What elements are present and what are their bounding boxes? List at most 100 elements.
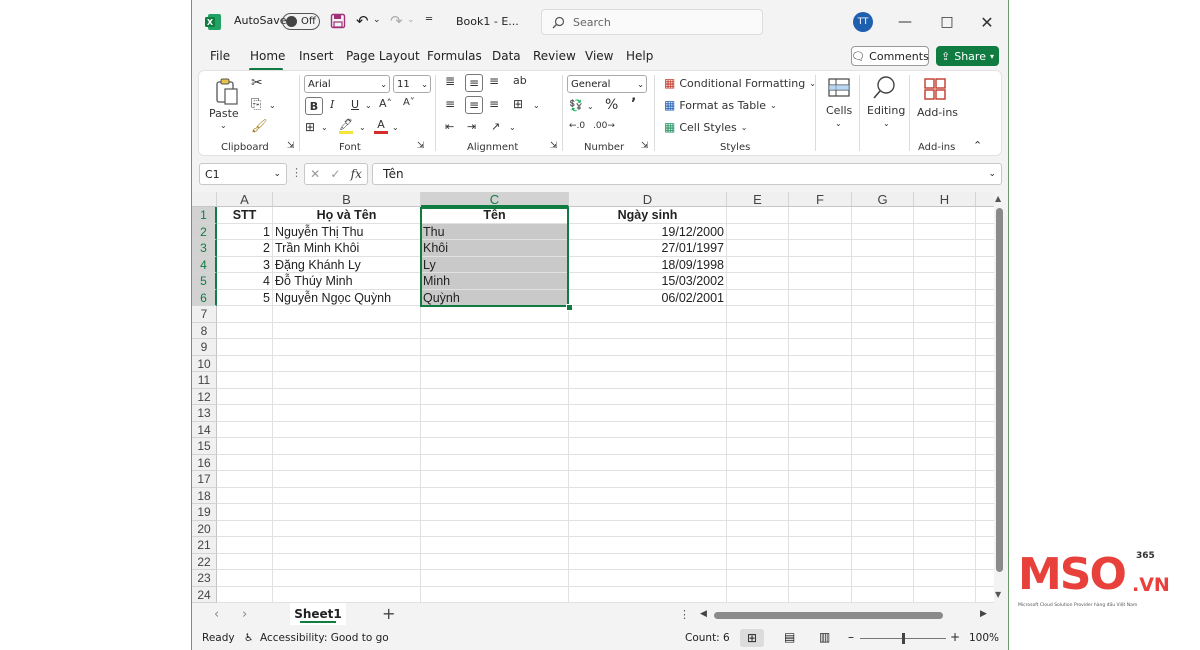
cell[interactable] bbox=[789, 553, 852, 570]
cell[interactable] bbox=[976, 355, 996, 372]
align-bottom-icon[interactable]: ≡ bbox=[489, 74, 499, 88]
row-header[interactable]: 8 bbox=[192, 322, 217, 339]
align-right-icon[interactable]: ≡ bbox=[489, 97, 499, 111]
number-format-select[interactable]: General ⌄ bbox=[567, 75, 647, 93]
cell[interactable] bbox=[789, 454, 852, 471]
page-layout-view-icon[interactable]: ▤ bbox=[784, 630, 795, 644]
cell[interactable] bbox=[852, 289, 914, 306]
data-cell-stt[interactable]: 4 bbox=[217, 273, 273, 290]
cell[interactable] bbox=[789, 471, 852, 488]
cell[interactable] bbox=[914, 537, 976, 554]
cell[interactable] bbox=[421, 405, 569, 422]
cell[interactable] bbox=[273, 487, 421, 504]
row-header[interactable]: 9 bbox=[192, 339, 217, 356]
cell[interactable] bbox=[914, 586, 976, 603]
cell[interactable] bbox=[273, 355, 421, 372]
cell[interactable] bbox=[914, 372, 976, 389]
cell-styles-button[interactable]: ▦ Cell Styles ⌄ bbox=[664, 120, 747, 134]
underline-dropdown-icon[interactable]: ⌄ bbox=[365, 101, 372, 110]
cell[interactable] bbox=[852, 372, 914, 389]
column-header-g[interactable]: G bbox=[852, 192, 914, 207]
cell[interactable] bbox=[914, 454, 976, 471]
cell[interactable] bbox=[914, 322, 976, 339]
formula-bar-more-icon[interactable]: ⋮ bbox=[291, 166, 302, 179]
cell[interactable] bbox=[976, 421, 996, 438]
cell[interactable] bbox=[976, 454, 996, 471]
row-header[interactable]: 14 bbox=[192, 421, 217, 438]
cell[interactable] bbox=[217, 487, 273, 504]
cell[interactable] bbox=[976, 438, 996, 455]
cell[interactable] bbox=[421, 421, 569, 438]
cell[interactable] bbox=[273, 306, 421, 323]
cell[interactable] bbox=[569, 553, 727, 570]
cell[interactable] bbox=[976, 240, 996, 257]
zoom-level[interactable]: 100% bbox=[969, 632, 999, 644]
underline-button[interactable]: U bbox=[351, 98, 359, 111]
paste-label[interactable]: Paste bbox=[209, 107, 239, 120]
undo-dropdown-icon[interactable]: ⌄ bbox=[373, 15, 381, 25]
editing-search-icon[interactable] bbox=[872, 74, 898, 102]
tab-formulas[interactable]: Formulas bbox=[427, 49, 482, 63]
horizontal-scroll-thumb[interactable] bbox=[714, 612, 943, 619]
cell[interactable] bbox=[914, 421, 976, 438]
cell[interactable] bbox=[421, 322, 569, 339]
tab-home[interactable]: Home bbox=[250, 49, 285, 63]
cell[interactable] bbox=[852, 405, 914, 422]
orientation-dropdown-icon[interactable]: ⌄ bbox=[509, 123, 516, 132]
cell[interactable] bbox=[569, 388, 727, 405]
cell[interactable] bbox=[914, 487, 976, 504]
wrap-text-icon[interactable]: ab bbox=[513, 74, 527, 87]
data-cell-name[interactable]: Thu bbox=[421, 223, 569, 240]
copy-icon[interactable]: ⎘ bbox=[251, 97, 261, 112]
data-cell-name[interactable]: Khôi bbox=[421, 240, 569, 257]
cell[interactable] bbox=[976, 388, 996, 405]
cell[interactable] bbox=[976, 405, 996, 422]
cell[interactable] bbox=[914, 553, 976, 570]
data-cell-stt[interactable]: 3 bbox=[217, 256, 273, 273]
cell[interactable] bbox=[727, 306, 789, 323]
cell[interactable] bbox=[789, 240, 852, 257]
data-cell-dob[interactable]: 18/09/1998 bbox=[569, 256, 727, 273]
cell[interactable] bbox=[727, 322, 789, 339]
cell[interactable] bbox=[976, 273, 996, 290]
italic-button[interactable]: I bbox=[330, 98, 334, 111]
cell[interactable] bbox=[217, 471, 273, 488]
cell[interactable] bbox=[789, 256, 852, 273]
cell[interactable] bbox=[727, 273, 789, 290]
column-header-d[interactable]: D bbox=[569, 192, 727, 207]
conditional-formatting-button[interactable]: ▦ Conditional Formatting ⌄ bbox=[664, 76, 816, 90]
cell[interactable] bbox=[421, 306, 569, 323]
cell[interactable] bbox=[273, 570, 421, 587]
cell[interactable] bbox=[217, 553, 273, 570]
cell[interactable] bbox=[789, 388, 852, 405]
cell[interactable] bbox=[569, 454, 727, 471]
close-icon[interactable]: ✕ bbox=[972, 10, 1002, 34]
cell[interactable] bbox=[217, 454, 273, 471]
cell[interactable] bbox=[569, 322, 727, 339]
cell[interactable] bbox=[789, 438, 852, 455]
comma-style-icon[interactable]: ’ bbox=[631, 96, 636, 112]
cell[interactable] bbox=[976, 306, 996, 323]
data-cell-full_name[interactable]: Nguyễn Ngọc Quỳnh bbox=[273, 289, 421, 306]
vertical-scroll-thumb[interactable] bbox=[996, 208, 1003, 572]
tab-help[interactable]: Help bbox=[626, 49, 653, 63]
data-cell-name[interactable]: Ly bbox=[421, 256, 569, 273]
cell[interactable] bbox=[789, 537, 852, 554]
row-header[interactable]: 17 bbox=[192, 471, 217, 488]
tab-page-layout[interactable]: Page Layout bbox=[346, 49, 420, 63]
cell[interactable] bbox=[421, 438, 569, 455]
cell[interactable] bbox=[273, 504, 421, 521]
avatar[interactable]: TT bbox=[853, 12, 873, 32]
cell[interactable] bbox=[273, 553, 421, 570]
cell[interactable] bbox=[789, 339, 852, 356]
cell[interactable] bbox=[852, 586, 914, 603]
cell[interactable] bbox=[727, 570, 789, 587]
data-cell-stt[interactable]: 1 bbox=[217, 223, 273, 240]
cell[interactable] bbox=[727, 405, 789, 422]
dialog-launcher-icon[interactable]: ⇲ bbox=[417, 141, 425, 151]
align-center-icon[interactable]: ≡ bbox=[465, 96, 483, 114]
currency-icon[interactable]: 💱 bbox=[569, 99, 583, 112]
cell[interactable] bbox=[217, 438, 273, 455]
copy-dropdown-icon[interactable]: ⌄ bbox=[269, 101, 276, 110]
row-header[interactable]: 22 bbox=[192, 553, 217, 570]
